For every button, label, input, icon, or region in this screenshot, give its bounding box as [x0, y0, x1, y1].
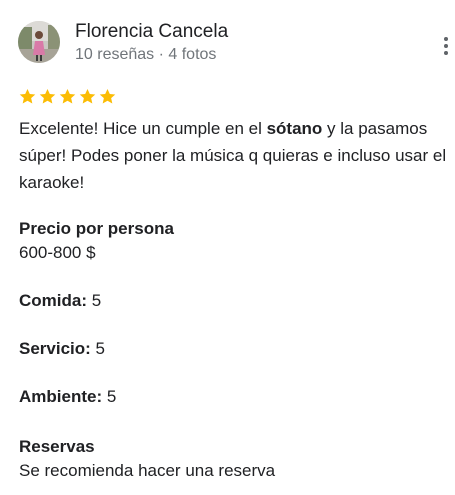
attribute-reservations-title-row: Reservas [19, 436, 95, 458]
attribute-atmosphere-title: Ambiente: [19, 387, 103, 406]
star-icon [59, 88, 76, 104]
attribute-atmosphere: Ambiente: 5 [19, 386, 116, 408]
star-icon [19, 88, 36, 104]
author-avatar[interactable] [18, 21, 60, 63]
attribute-price-title: Precio por persona [19, 218, 174, 240]
attribute-service-title: Servicio: [19, 339, 91, 358]
attribute-price-value-row: 600-800 $ [19, 242, 96, 264]
more-vert-icon [444, 37, 448, 55]
attribute-service: Servicio: 5 [19, 338, 105, 360]
star-icon [39, 88, 56, 104]
star-rating [18, 87, 117, 106]
attribute-reservations-value-row: Se recomienda hacer una reserva [19, 460, 275, 482]
attribute-reservations-title: Reservas [19, 437, 95, 456]
review-text-bold: sótano [266, 119, 323, 138]
star-icon [79, 88, 96, 104]
attribute-title: Precio por persona [19, 219, 174, 238]
star-icon [99, 88, 116, 104]
author-name[interactable]: Florencia Cancela [75, 20, 228, 44]
review-text: Excelente! Hice un cumple en el sótano y… [19, 115, 451, 196]
more-options-button[interactable] [438, 34, 454, 58]
attribute-reservations-value: Se recomienda hacer una reserva [19, 461, 276, 480]
attribute-service-value: 5 [95, 339, 106, 358]
attribute-price-value: 600-800 $ [19, 243, 96, 262]
review-text-start: Excelente! Hice un cumple en el [19, 119, 267, 138]
author-meta[interactable]: 10 reseñas · 4 fotos [75, 45, 216, 65]
attribute-food: Comida: 5 [19, 290, 101, 312]
attribute-atmosphere-value: 5 [106, 387, 117, 406]
review-card: Florencia Cancela 10 reseñas · 4 fotos E… [0, 0, 455, 495]
attribute-food-title: Comida: [19, 291, 87, 310]
attribute-food-value: 5 [91, 291, 102, 310]
